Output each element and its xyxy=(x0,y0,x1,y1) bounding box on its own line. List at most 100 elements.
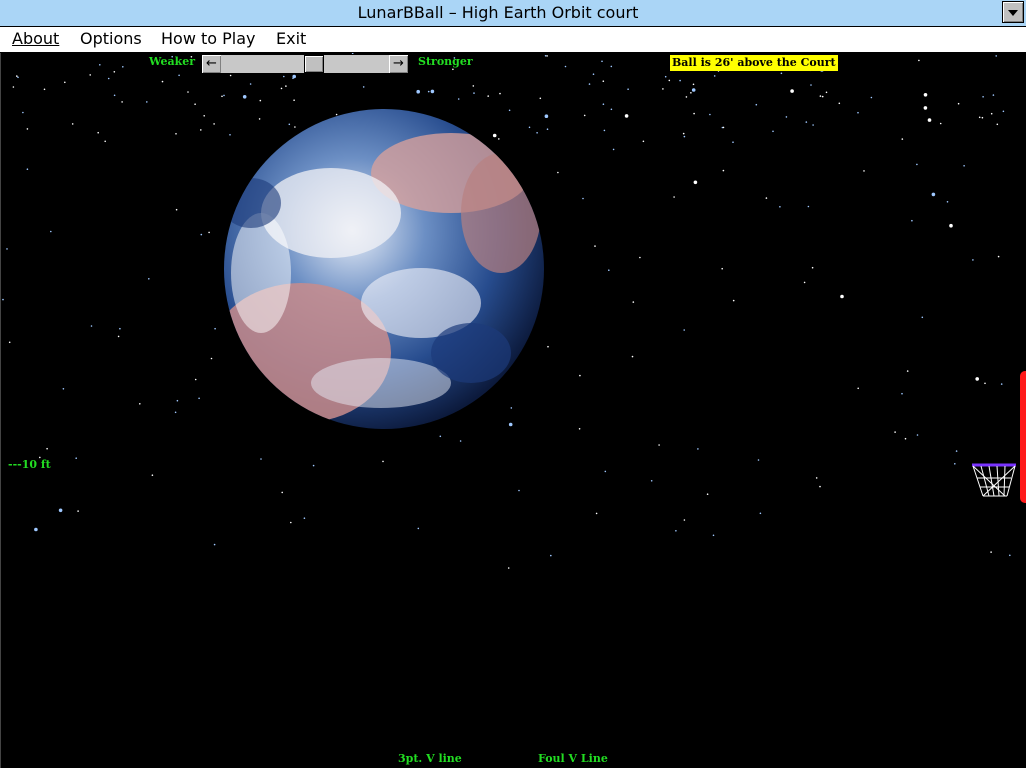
star xyxy=(759,512,762,515)
star xyxy=(528,126,531,129)
star xyxy=(812,124,814,126)
star xyxy=(312,464,315,467)
star xyxy=(223,94,225,97)
star xyxy=(946,201,949,203)
window-menu-button[interactable] xyxy=(1002,1,1024,23)
star xyxy=(918,59,920,62)
star xyxy=(981,116,984,119)
star xyxy=(612,148,615,151)
star xyxy=(772,130,774,133)
star xyxy=(17,76,19,79)
star xyxy=(901,138,904,140)
star xyxy=(602,103,605,105)
star xyxy=(682,132,685,135)
star xyxy=(64,81,66,84)
star xyxy=(22,111,24,114)
backboard-icon xyxy=(1020,371,1026,503)
star xyxy=(194,378,197,381)
star xyxy=(564,65,567,68)
star xyxy=(939,122,942,125)
star xyxy=(955,450,958,452)
star xyxy=(639,256,641,259)
star xyxy=(624,114,629,118)
star xyxy=(984,382,986,385)
star xyxy=(690,92,692,94)
star xyxy=(975,377,979,381)
star xyxy=(457,98,460,100)
star xyxy=(815,477,818,479)
star xyxy=(89,74,91,76)
title-bar: LunarBBall – High Earth Orbit court xyxy=(0,0,1026,27)
menu-how-to-play[interactable]: How to Play xyxy=(161,27,256,51)
star xyxy=(292,74,297,79)
star xyxy=(1009,554,1011,557)
star xyxy=(997,255,1000,258)
star xyxy=(417,527,420,530)
menu-options-label: Options xyxy=(80,29,142,48)
star xyxy=(825,91,828,94)
star xyxy=(982,96,984,98)
star xyxy=(675,530,677,532)
star xyxy=(175,208,178,211)
star xyxy=(992,94,995,96)
star xyxy=(722,126,725,129)
star xyxy=(473,92,475,94)
menu-how-to-play-label: How to Play xyxy=(161,29,256,48)
star xyxy=(805,121,808,123)
slider-thumb[interactable] xyxy=(304,55,324,73)
star xyxy=(427,90,430,93)
weaker-label: Weaker xyxy=(149,55,195,68)
slider-left-arrow[interactable]: ← xyxy=(202,55,221,73)
arrow-right-icon: → xyxy=(393,56,404,71)
star xyxy=(547,345,549,348)
star xyxy=(954,463,956,465)
star xyxy=(546,55,548,57)
slider-right-arrow[interactable]: → xyxy=(389,55,408,73)
star xyxy=(785,116,788,118)
star xyxy=(26,168,29,170)
star xyxy=(200,129,202,131)
star xyxy=(691,88,696,92)
star xyxy=(288,123,291,126)
menu-bar: About Options How to Play Exit xyxy=(0,27,1026,53)
star xyxy=(151,474,154,477)
foul-line-label: Foul V Line xyxy=(538,752,608,765)
star xyxy=(175,133,177,135)
star xyxy=(603,129,606,132)
star xyxy=(594,245,596,247)
star xyxy=(790,89,794,93)
star xyxy=(904,437,907,440)
game-court[interactable]: Weaker ← → Stronger Ball is 26' above th… xyxy=(0,53,1026,768)
star xyxy=(113,71,116,73)
menu-about[interactable]: About xyxy=(12,27,59,51)
star xyxy=(978,116,981,119)
star xyxy=(113,94,116,97)
star xyxy=(957,102,960,105)
star xyxy=(595,512,598,515)
star xyxy=(693,180,698,185)
star xyxy=(673,196,675,198)
menu-options[interactable]: Options xyxy=(80,27,142,51)
star xyxy=(104,140,106,143)
star xyxy=(1002,110,1005,113)
star xyxy=(58,508,63,513)
star xyxy=(583,114,586,117)
star xyxy=(174,411,177,414)
strength-slider[interactable]: ← → xyxy=(201,54,409,74)
star xyxy=(803,281,806,284)
stronger-label: Stronger xyxy=(418,55,473,68)
menu-exit[interactable]: Exit xyxy=(276,27,306,51)
star xyxy=(706,493,709,496)
star xyxy=(1000,383,1003,385)
star xyxy=(139,403,141,405)
star xyxy=(811,266,814,269)
star xyxy=(712,534,715,537)
star xyxy=(294,126,296,128)
star xyxy=(544,55,547,57)
star xyxy=(916,163,918,166)
star xyxy=(664,75,667,78)
star xyxy=(819,485,821,488)
star xyxy=(176,399,179,402)
star xyxy=(16,75,18,77)
earth-icon xyxy=(224,109,544,429)
